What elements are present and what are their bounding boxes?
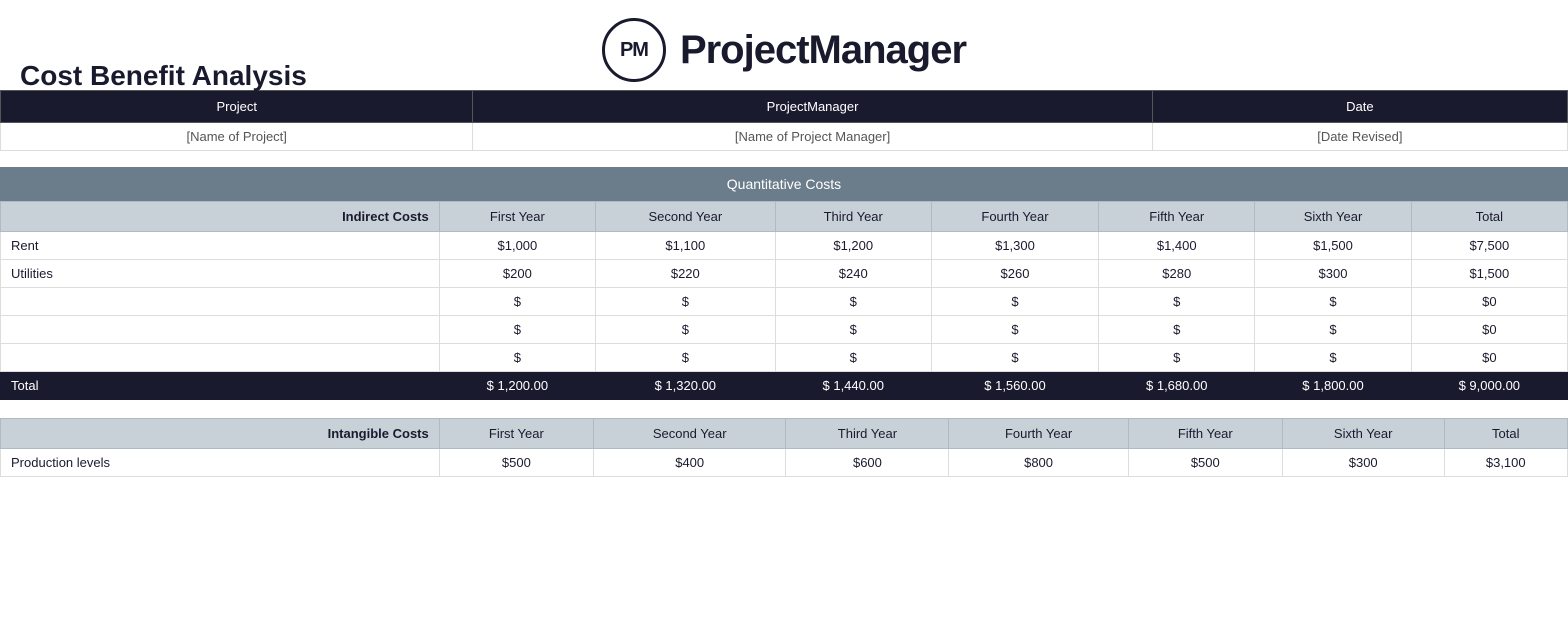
indirect-row-1-col-4: $280 xyxy=(1099,260,1255,288)
indirect-row-1-col-3: $260 xyxy=(931,260,1098,288)
logo-name: ProjectManager xyxy=(680,28,966,73)
intangible-col-fourth-year: Fourth Year xyxy=(949,419,1128,449)
indirect-row-2-col-5: $ xyxy=(1255,288,1411,316)
intangible-row-0-col-4: $500 xyxy=(1128,449,1282,477)
col-fifth-year: Fifth Year xyxy=(1099,202,1255,232)
indirect-total-label: Total xyxy=(1,372,440,400)
indirect-total-col-1: $ 1,320.00 xyxy=(596,372,776,400)
logo-circle: PM xyxy=(602,18,666,82)
indirect-total-col-5: $ 1,800.00 xyxy=(1255,372,1411,400)
indirect-total-col-6: $ 9,000.00 xyxy=(1411,372,1567,400)
indirect-row-label-4 xyxy=(1,344,440,372)
indirect-row-4-col-1: $ xyxy=(596,344,776,372)
col-fourth-year: Fourth Year xyxy=(931,202,1098,232)
intangible-row-0-col-2: $600 xyxy=(786,449,949,477)
intangible-col-second-year: Second Year xyxy=(593,419,785,449)
indirect-row-4-col-2: $ xyxy=(775,344,931,372)
intangible-col-third-year: Third Year xyxy=(786,419,949,449)
indirect-total-col-0: $ 1,200.00 xyxy=(439,372,595,400)
intangible-row-0-col-0: $500 xyxy=(439,449,593,477)
info-header-project: Project xyxy=(1,91,473,123)
indirect-row-0-col-3: $1,300 xyxy=(931,232,1098,260)
indirect-row-label-1: Utilities xyxy=(1,260,440,288)
indirect-row-1-col-0: $200 xyxy=(439,260,595,288)
intangible-row-0: Production levels$500$400$600$800$500$30… xyxy=(1,449,1568,477)
indirect-row-3: $$$$$$$0 xyxy=(1,316,1568,344)
indirect-row-label-0: Rent xyxy=(1,232,440,260)
indirect-costs-table: Indirect Costs First Year Second Year Th… xyxy=(0,201,1568,400)
indirect-row-label-2 xyxy=(1,288,440,316)
indirect-row-2-col-1: $ xyxy=(596,288,776,316)
intangible-row-0-col-5: $300 xyxy=(1282,449,1444,477)
indirect-row-0: Rent$1,000$1,100$1,200$1,300$1,400$1,500… xyxy=(1,232,1568,260)
indirect-row-3-col-2: $ xyxy=(775,316,931,344)
logo-pm-text: PM xyxy=(620,39,648,62)
indirect-row-3-col-5: $ xyxy=(1255,316,1411,344)
col-sixth-year: Sixth Year xyxy=(1255,202,1411,232)
intangible-col-first-year: First Year xyxy=(439,419,593,449)
indirect-row-0-col-6: $7,500 xyxy=(1411,232,1567,260)
indirect-row-4-col-4: $ xyxy=(1099,344,1255,372)
indirect-row-0-col-1: $1,100 xyxy=(596,232,776,260)
intangible-row-label-0: Production levels xyxy=(1,449,440,477)
indirect-total-col-3: $ 1,560.00 xyxy=(931,372,1098,400)
indirect-row-4-col-6: $0 xyxy=(1411,344,1567,372)
indirect-total-row: Total$ 1,200.00$ 1,320.00$ 1,440.00$ 1,5… xyxy=(1,372,1568,400)
indirect-row-1-col-6: $1,500 xyxy=(1411,260,1567,288)
indirect-row-0-col-5: $1,500 xyxy=(1255,232,1411,260)
col-second-year: Second Year xyxy=(596,202,776,232)
indirect-row-2-col-6: $0 xyxy=(1411,288,1567,316)
info-table: Project ProjectManager Date [Name of Pro… xyxy=(0,90,1568,151)
indirect-row-0-col-2: $1,200 xyxy=(775,232,931,260)
indirect-row-0-col-4: $1,400 xyxy=(1099,232,1255,260)
col-third-year: Third Year xyxy=(775,202,931,232)
indirect-row-0-col-0: $1,000 xyxy=(439,232,595,260)
col-total: Total xyxy=(1411,202,1567,232)
info-value-pm: [Name of Project Manager] xyxy=(473,123,1152,151)
indirect-row-3-col-0: $ xyxy=(439,316,595,344)
quantitative-costs-header: Quantitative Costs xyxy=(0,167,1568,201)
indirect-row-4-col-5: $ xyxy=(1255,344,1411,372)
logo-container: PM ProjectManager xyxy=(602,18,966,82)
indirect-row-1-col-2: $240 xyxy=(775,260,931,288)
indirect-costs-label: Indirect Costs xyxy=(1,202,440,232)
intangible-costs-label: Intangible Costs xyxy=(1,419,440,449)
indirect-row-4: $$$$$$$0 xyxy=(1,344,1568,372)
intangible-col-fifth-year: Fifth Year xyxy=(1128,419,1282,449)
indirect-row-3-col-3: $ xyxy=(931,316,1098,344)
indirect-row-1: Utilities$200$220$240$260$280$300$1,500 xyxy=(1,260,1568,288)
indirect-row-2: $$$$$$$0 xyxy=(1,288,1568,316)
page-wrapper: PM ProjectManager Cost Benefit Analysis … xyxy=(0,0,1568,477)
indirect-row-1-col-1: $220 xyxy=(596,260,776,288)
indirect-row-2-col-3: $ xyxy=(931,288,1098,316)
indirect-row-3-col-4: $ xyxy=(1099,316,1255,344)
intangible-row-0-col-1: $400 xyxy=(593,449,785,477)
indirect-row-3-col-1: $ xyxy=(596,316,776,344)
indirect-total-col-4: $ 1,680.00 xyxy=(1099,372,1255,400)
indirect-row-4-col-0: $ xyxy=(439,344,595,372)
indirect-total-col-2: $ 1,440.00 xyxy=(775,372,931,400)
content: Project ProjectManager Date [Name of Pro… xyxy=(0,90,1568,477)
info-header-date: Date xyxy=(1152,91,1567,123)
intangible-costs-table: Intangible Costs First Year Second Year … xyxy=(0,418,1568,477)
intangible-col-sixth-year: Sixth Year xyxy=(1282,419,1444,449)
indirect-row-2-col-4: $ xyxy=(1099,288,1255,316)
info-value-project: [Name of Project] xyxy=(1,123,473,151)
indirect-row-label-3 xyxy=(1,316,440,344)
intangible-col-total: Total xyxy=(1444,419,1568,449)
page-title: Cost Benefit Analysis xyxy=(20,60,307,92)
info-header-pm: ProjectManager xyxy=(473,91,1152,123)
info-value-date: [Date Revised] xyxy=(1152,123,1567,151)
intangible-row-0-col-6: $3,100 xyxy=(1444,449,1568,477)
indirect-row-1-col-5: $300 xyxy=(1255,260,1411,288)
indirect-row-4-col-3: $ xyxy=(931,344,1098,372)
col-first-year: First Year xyxy=(439,202,595,232)
indirect-row-3-col-6: $0 xyxy=(1411,316,1567,344)
intangible-row-0-col-3: $800 xyxy=(949,449,1128,477)
indirect-row-2-col-0: $ xyxy=(439,288,595,316)
indirect-row-2-col-2: $ xyxy=(775,288,931,316)
